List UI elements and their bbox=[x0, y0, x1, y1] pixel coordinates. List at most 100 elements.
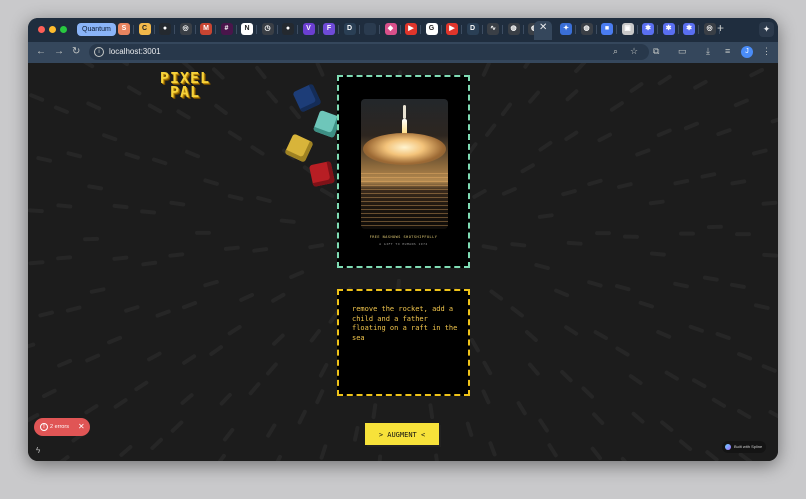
s-icon[interactable]: S bbox=[118, 23, 130, 35]
slack-icon[interactable]: # bbox=[220, 23, 233, 35]
google-icon[interactable]: G bbox=[425, 23, 438, 35]
prompt-text[interactable]: remove the rocket, add a child and a fat… bbox=[352, 305, 458, 343]
background-dash bbox=[736, 352, 753, 361]
background-dash bbox=[227, 194, 244, 201]
blank-icon[interactable] bbox=[364, 23, 376, 35]
openai-icon[interactable]: ◎ bbox=[703, 23, 716, 35]
lightning-icon[interactable]: ϟ bbox=[36, 446, 40, 455]
gemini-icon[interactable]: ✦ bbox=[759, 22, 774, 37]
side-panel-icon[interactable]: ▭ bbox=[678, 46, 687, 57]
menu-icon[interactable]: ⋮ bbox=[762, 46, 771, 57]
background-dash bbox=[564, 130, 579, 142]
openai-icon[interactable]: ◎ bbox=[179, 23, 192, 35]
prompt-textarea[interactable]: remove the rocket, add a child and a fat… bbox=[337, 289, 470, 396]
back-icon[interactable]: ← bbox=[36, 46, 46, 57]
background-dash bbox=[29, 93, 45, 102]
app-blue-icon[interactable]: ■ bbox=[601, 23, 613, 35]
notion-icon[interactable]: N bbox=[241, 23, 253, 35]
new-tab-button[interactable]: + bbox=[717, 21, 724, 35]
tab-separator bbox=[153, 25, 155, 34]
tab-separator bbox=[420, 25, 421, 34]
background-dash bbox=[112, 203, 129, 210]
background-dash bbox=[523, 63, 531, 69]
background-dash bbox=[481, 389, 491, 405]
background-dash bbox=[219, 392, 232, 406]
profile-avatar[interactable]: J bbox=[741, 46, 753, 58]
background-dash bbox=[501, 186, 517, 196]
background-dash bbox=[227, 130, 242, 141]
c-icon[interactable]: C bbox=[138, 23, 151, 35]
bookmark-star-icon[interactable]: ☆ bbox=[630, 46, 638, 57]
site-info-icon[interactable]: i bbox=[94, 47, 104, 57]
background-dash bbox=[182, 354, 197, 365]
background-dash bbox=[87, 184, 104, 191]
address-bar[interactable]: i localhost:3001 ⌕ ☆ bbox=[89, 44, 649, 60]
tab-separator bbox=[636, 25, 638, 34]
d-icon[interactable]: D bbox=[466, 23, 479, 35]
media-icon[interactable]: ≡ bbox=[725, 46, 730, 56]
background-dash bbox=[738, 452, 753, 461]
v-icon[interactable]: V bbox=[302, 23, 315, 35]
background-dash bbox=[89, 287, 106, 294]
spline-badge[interactable]: Built with Spline bbox=[722, 441, 767, 453]
d-icon[interactable]: D bbox=[343, 23, 356, 35]
background-dash bbox=[752, 148, 768, 156]
image-preview-frame[interactable]: FREE NASHOWS SHOTSHIPFULLY A GIFT TO HUM… bbox=[337, 75, 470, 268]
background-dash bbox=[770, 117, 778, 124]
water-reflection bbox=[361, 173, 448, 229]
image-icon[interactable]: ▣ bbox=[621, 23, 634, 35]
background-dash bbox=[266, 423, 277, 438]
app-icon[interactable]: ◆ bbox=[384, 23, 397, 35]
tab-separator bbox=[522, 25, 524, 34]
background-dash bbox=[223, 245, 240, 251]
close-tab-icon[interactable]: ✕ bbox=[539, 22, 547, 33]
forward-icon[interactable]: → bbox=[54, 46, 64, 57]
reload-icon[interactable]: ↻ bbox=[72, 46, 80, 57]
zoom-icon[interactable]: ⌕ bbox=[613, 46, 618, 57]
background-dash bbox=[289, 105, 301, 120]
image-subcaption: A GIFT TO HUMANS 1974 bbox=[379, 242, 428, 246]
github-icon[interactable]: ● bbox=[159, 23, 171, 35]
background-dash bbox=[256, 195, 272, 203]
errors-label[interactable]: 2 errors bbox=[50, 418, 69, 436]
f-icon[interactable]: F bbox=[323, 23, 335, 35]
background-dash bbox=[488, 441, 497, 457]
globe-icon[interactable]: ◍ bbox=[507, 23, 520, 35]
github-icon[interactable]: ● bbox=[282, 23, 294, 35]
youtube-icon[interactable]: ▶ bbox=[405, 23, 417, 35]
gear-icon[interactable]: ✱ bbox=[683, 23, 695, 35]
background-dash bbox=[693, 79, 708, 90]
minimize-window-button[interactable] bbox=[49, 26, 56, 33]
background-dash bbox=[564, 325, 579, 336]
background-dash bbox=[472, 188, 487, 199]
background-dash bbox=[309, 329, 321, 343]
close-window-button[interactable] bbox=[38, 26, 45, 33]
background-dash bbox=[593, 330, 608, 341]
zoom-window-button[interactable] bbox=[60, 26, 67, 33]
url-text[interactable]: localhost:3001 bbox=[109, 46, 161, 58]
gear-icon[interactable]: ✱ bbox=[662, 23, 675, 35]
tab-group-quantum[interactable]: Quantum bbox=[77, 23, 116, 36]
clock-icon[interactable]: ◷ bbox=[261, 23, 274, 35]
close-icon[interactable]: ✕ bbox=[78, 418, 85, 436]
background-dash bbox=[150, 437, 164, 451]
augment-button[interactable]: > AUGMENT < bbox=[365, 423, 439, 445]
download-icon[interactable]: ⤓ bbox=[706, 46, 710, 57]
background-dash bbox=[124, 305, 140, 313]
extensions-icon[interactable]: ⧉ bbox=[653, 46, 659, 57]
sparkle-icon[interactable]: ✦ bbox=[560, 23, 572, 35]
errors-badge[interactable]: ! 2 errors ✕ bbox=[34, 418, 90, 436]
background-dash bbox=[481, 63, 491, 77]
gear-icon[interactable]: ✱ bbox=[642, 23, 654, 35]
globe-icon[interactable]: ◍ bbox=[580, 23, 593, 35]
background-dash bbox=[524, 329, 538, 342]
background-dash bbox=[749, 67, 764, 78]
gmail-icon[interactable]: M bbox=[200, 23, 212, 35]
background-dash bbox=[660, 420, 674, 432]
waveform-icon[interactable]: ∿ bbox=[487, 23, 499, 35]
background-dash bbox=[124, 152, 140, 160]
youtube-icon[interactable]: ▶ bbox=[446, 23, 458, 35]
background-dash bbox=[700, 172, 717, 179]
background-dash bbox=[252, 247, 269, 253]
spline-badge-label[interactable]: Built with Spline bbox=[734, 444, 762, 449]
